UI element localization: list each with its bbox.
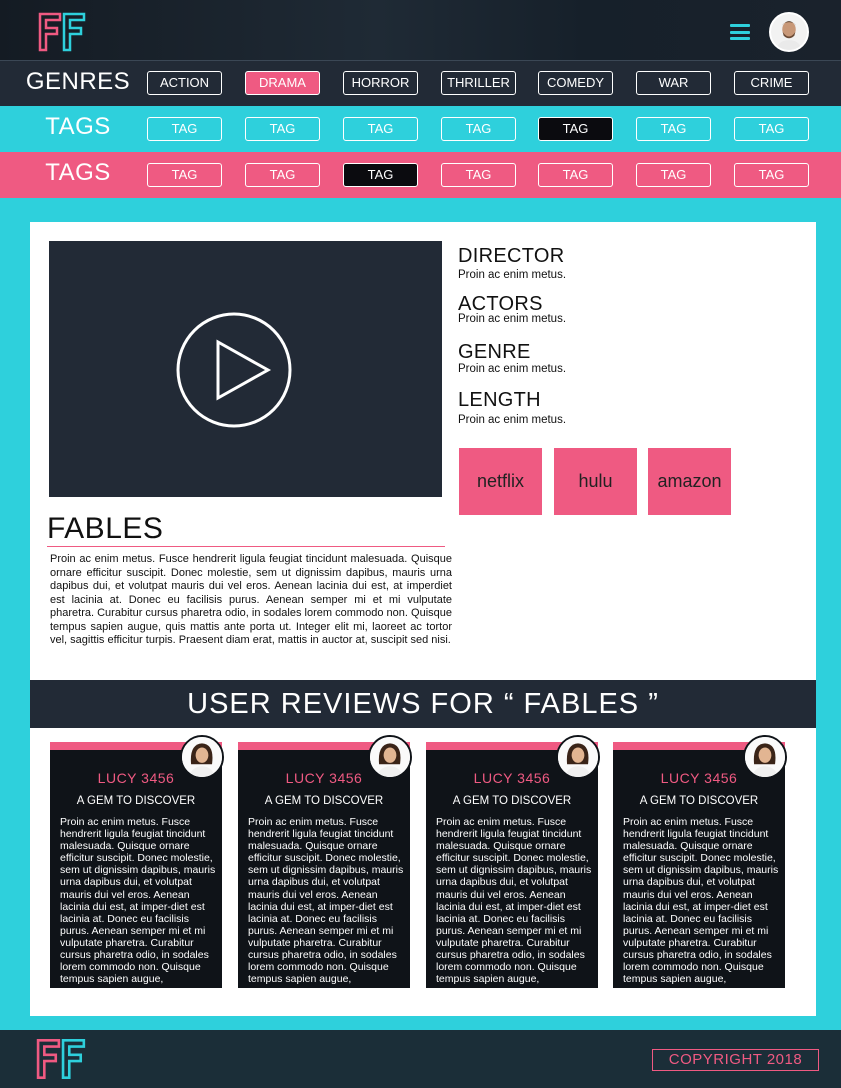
reviewer-avatar[interactable] [743,735,787,779]
review-body: Proin ac enim metus. Fusce hendrerit lig… [60,816,216,984]
reviews-heading: USER REVIEWS FOR “ FABLES ” [30,680,816,728]
review-card[interactable]: LUCY 3456 A GEM TO DISCOVER Proin ac eni… [50,742,222,988]
genres-filter-row: GENRES ACTION DRAMA HORROR THRILLER COME… [0,60,841,106]
review-headline: A GEM TO DISCOVER [639,795,759,807]
tag-chip[interactable]: TAG [343,117,418,141]
tags-label: TAGS [45,113,111,140]
review-headline: A GEM TO DISCOVER [264,795,384,807]
genre-chip-crime[interactable]: CRIME [734,71,809,95]
review-card[interactable]: LUCY 3456 A GEM TO DISCOVER Proin ac eni… [426,742,598,988]
hamburger-menu-icon[interactable] [730,24,750,40]
review-card[interactable]: LUCY 3456 A GEM TO DISCOVER Proin ac eni… [238,742,410,988]
genre-chip-horror[interactable]: HORROR [343,71,418,95]
genre-chip-comedy[interactable]: COMEDY [538,71,613,95]
video-player[interactable] [49,241,442,497]
ff-logo[interactable]: FF [38,12,88,52]
genre-chip-drama[interactable]: DRAMA [245,71,320,95]
length-value: Proin ac enim metus. [458,414,567,426]
tags-filter-row-secondary: TAGS TAG TAG TAG TAG TAG TAG TAG [0,152,841,198]
tag-chip[interactable]: TAG [441,163,516,187]
length-heading: LENGTH [458,389,541,411]
director-value: Proin ac enim metus. [458,269,567,281]
reviewer-avatar[interactable] [368,735,412,779]
review-body: Proin ac enim metus. Fusce hendrerit lig… [436,816,592,984]
movie-synopsis: Proin ac enim metus. Fusce hendrerit lig… [50,553,452,646]
tag-chip[interactable]: TAG [538,163,613,187]
genre-value: Proin ac enim metus. [458,363,567,375]
netflix-button[interactable]: netflix [459,448,542,515]
genre-chip-war[interactable]: WAR [636,71,711,95]
tag-chip[interactable]: TAG [245,117,320,141]
tag-chip[interactable]: TAG [636,163,711,187]
review-body: Proin ac enim metus. Fusce hendrerit lig… [623,816,779,984]
tag-chip[interactable]: TAG [245,163,320,187]
hulu-button[interactable]: hulu [554,448,637,515]
review-card[interactable]: LUCY 3456 A GEM TO DISCOVER Proin ac eni… [613,742,785,988]
reviewer-avatar[interactable] [556,735,600,779]
amazon-button[interactable]: amazon [648,448,731,515]
user-avatar[interactable] [769,12,809,52]
top-navbar [0,0,841,60]
tag-chip-active[interactable]: TAG [538,117,613,141]
tag-chip[interactable]: TAG [636,117,711,141]
tag-chip[interactable]: TAG [147,117,222,141]
review-headline: A GEM TO DISCOVER [76,795,196,807]
review-body: Proin ac enim metus. Fusce hendrerit lig… [248,816,404,984]
genre-heading: GENRE [458,341,531,363]
reviewer-avatar[interactable] [180,735,224,779]
tags-label: TAGS [45,159,111,186]
footer-ff-logo[interactable]: FF [36,1038,88,1080]
title-divider [47,546,445,547]
copyright-text: COPYRIGHT 2018 [652,1049,819,1071]
genre-chip-action[interactable]: ACTION [147,71,222,95]
director-heading: DIRECTOR [458,245,565,267]
play-icon[interactable] [176,312,292,428]
tag-chip[interactable]: TAG [147,163,222,187]
genres-label: GENRES [25,68,131,95]
tag-chip[interactable]: TAG [734,163,809,187]
review-headline: A GEM TO DISCOVER [452,795,572,807]
tag-chip-active[interactable]: TAG [343,163,418,187]
movie-title: FABLES [47,512,164,545]
genre-chip-thriller[interactable]: THRILLER [441,71,516,95]
tag-chip[interactable]: TAG [734,117,809,141]
tags-filter-row-primary: TAGS TAG TAG TAG TAG TAG TAG TAG [0,106,841,152]
actors-value: Proin ac enim metus. [458,313,567,325]
tag-chip[interactable]: TAG [441,117,516,141]
